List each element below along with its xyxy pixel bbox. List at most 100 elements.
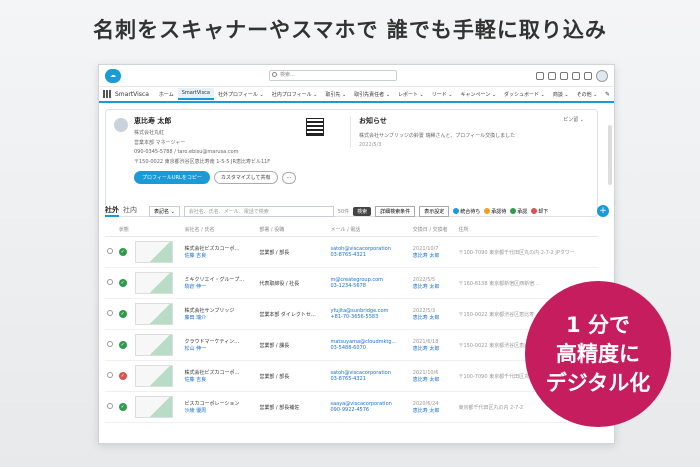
phone-link[interactable]: 090-9922-4576 [330, 407, 408, 413]
row-address: 〒100-7090 東京都千代田区丸の内 2-7-2 JPタワー [456, 236, 598, 268]
row-checkbox[interactable] [107, 279, 113, 285]
col-email: メール / 電話 [328, 223, 411, 237]
row-dept: 代表取締役 / 社長 [257, 267, 329, 299]
row-company: ビスカコーポレーション 沙綾 優周 [182, 391, 258, 423]
person-name[interactable]: 佐藤 吉良 [185, 376, 256, 383]
global-search-input[interactable]: 検索... [269, 70, 397, 81]
display-name-select[interactable]: 表記名 ⌄ [149, 205, 180, 217]
business-card-thumbnail[interactable] [135, 272, 174, 294]
person-name[interactable]: 藤田 瑞介 [185, 314, 256, 321]
app-launcher-icon[interactable] [103, 90, 111, 98]
row-email: m@creategroup.com 03-1234-5678 [328, 267, 411, 299]
row-company: 株式会社ビズカコーポ… 佐藤 吉良 [182, 236, 258, 268]
display-settings-button[interactable]: 表示設定 [419, 205, 450, 217]
row-checkbox[interactable] [107, 372, 113, 378]
nav-item-smartvisca[interactable]: SmartVisca [177, 88, 214, 100]
row-checkbox[interactable] [107, 310, 113, 316]
nav-item-external-profile[interactable]: 社外プロフィール ⌄ [214, 89, 268, 100]
row-card [133, 360, 183, 392]
owner-name[interactable]: 恵比寿 太郎 [413, 345, 455, 352]
list-search-input[interactable]: 会社名、氏名、メール、電話で検索 [183, 205, 334, 217]
person-name[interactable]: 松山 伸一 [185, 345, 256, 352]
customize-share-button[interactable]: カスタマイズして共有 [213, 171, 278, 184]
phone-link[interactable]: 03-5488-6070 [330, 345, 408, 351]
business-card-thumbnail[interactable] [135, 334, 174, 356]
notice-pin-dropdown[interactable]: ピン留 ⌄ [563, 116, 584, 123]
owner-name[interactable]: 恵比寿 太郎 [413, 376, 455, 383]
row-checkbox[interactable] [107, 403, 113, 409]
row-email: satoh@viscacorporation 03-8765-4321 [328, 360, 411, 392]
nav-item-accounts[interactable]: 取引先 ⌄ [321, 89, 350, 100]
more-button[interactable]: ··· [281, 171, 297, 184]
business-card-thumbnail[interactable] [135, 396, 174, 418]
status-icon: ✓ [118, 279, 127, 287]
owner-name[interactable]: 恵比寿 太郎 [413, 252, 455, 259]
notice-title: お知らせ [359, 117, 387, 125]
legend-rejected: 却下 [531, 208, 548, 215]
legend-pending: 承認待 [484, 208, 506, 215]
nav-item-contacts[interactable]: 取引先責任者 ⌄ [350, 89, 394, 100]
row-checkbox[interactable] [107, 341, 113, 347]
nav-item-more[interactable]: その他 ⌄ [573, 89, 602, 100]
row-checkbox[interactable] [107, 248, 113, 254]
table-row[interactable]: ✓ ミキクリエイ・グループ… 駒倉 伸一 代表取締役 / 社長 m@creategrou… [105, 267, 598, 299]
business-card-thumbnail[interactable] [135, 241, 174, 263]
row-dept: 営業部 / 課長 [257, 329, 329, 361]
badge-line-1: 1 分で [566, 312, 630, 337]
search-button[interactable]: 検索 [353, 206, 372, 216]
phone-link[interactable]: +81-70-3656-5583 [330, 314, 408, 320]
owner-name[interactable]: 恵比寿 太郎 [413, 314, 455, 321]
user-avatar[interactable] [596, 69, 608, 82]
filter-bar: 表記名 ⌄ 会社名、氏名、メール、電話で検索 50件 検索 詳細検索条件 表示設… [149, 205, 609, 217]
col-company: 会社名 / 氏名 [182, 223, 258, 237]
phone-link[interactable]: 03-1234-5678 [330, 283, 408, 289]
phone-link[interactable]: 03-8765-4321 [330, 376, 408, 382]
person-name[interactable]: 沙綾 優周 [185, 407, 256, 414]
bell-icon[interactable] [584, 71, 592, 80]
table-header-row: 状態 会社名 / 氏名 部署 / 役職 メール / 電話 交換日 / 交換者 住… [105, 223, 598, 237]
pencil-icon[interactable]: ✎ [605, 91, 610, 98]
business-card-thumbnail[interactable] [135, 303, 174, 325]
nav-item-leads[interactable]: リード ⌄ [428, 89, 457, 100]
table-row[interactable]: ✓ 株式会社ビズカコーポ… 佐藤 吉良 営業部 / 部長 satoh@viscacorp… [105, 236, 598, 268]
tab-internal[interactable]: 社内 [123, 205, 137, 217]
row-card [133, 298, 183, 330]
cloud-logo-icon: ☁ [105, 68, 121, 83]
nav-item-home[interactable]: ホーム [155, 89, 178, 100]
add-icon[interactable] [548, 71, 556, 80]
nav-item-reports[interactable]: レポート ⌄ [394, 89, 428, 100]
advanced-search-button[interactable]: 詳細検索条件 [375, 205, 416, 217]
nav-item-dashboards[interactable]: ダッシュボード ⌄ [500, 89, 549, 100]
person-name[interactable]: 駒倉 伸一 [185, 283, 256, 290]
tab-external[interactable]: 社外 [105, 205, 119, 217]
row-select [105, 267, 117, 299]
row-company: ミキクリエイ・グループ… 駒倉 伸一 [182, 267, 258, 299]
search-icon [272, 72, 277, 77]
row-email: yfujita@sunbridge.com +81-70-3656-5583 [328, 298, 411, 330]
company-name: 株式会社ビズカコーポ… [184, 370, 240, 376]
nav-item-internal-profile[interactable]: 社内プロフィール ⌄ [268, 89, 322, 100]
profile-card: 恵比寿 太郎 株式会社丸紅 営業本部 マネージャー 090-0345-5788 … [105, 109, 598, 217]
row-date: 2021/6/18 恵比寿 太郎 [410, 329, 457, 361]
person-name[interactable]: 佐藤 吉良 [185, 252, 256, 259]
phone-link[interactable]: 03-8765-4321 [330, 252, 408, 258]
copy-profile-url-button[interactable]: プロフィールURLをコピー [134, 171, 210, 184]
nav-bar: SmartVisca ホーム SmartVisca 社外プロフィール ⌄ 社内プ… [99, 87, 614, 103]
scrollbar[interactable] [608, 125, 612, 185]
profile-dept: 営業本部 マネージャー [134, 140, 186, 146]
nav-item-campaigns[interactable]: キャンペーン ⌄ [457, 89, 501, 100]
owner-name[interactable]: 恵比寿 太郎 [413, 283, 455, 290]
legend-approved: 承認 [510, 208, 527, 215]
gear-icon[interactable] [572, 71, 580, 80]
nav-item-opportunities[interactable]: 商談 ⌄ [549, 89, 573, 100]
help-icon[interactable] [560, 71, 568, 80]
add-button[interactable]: + [597, 205, 609, 217]
owner-name[interactable]: 恵比寿 太郎 [413, 407, 455, 414]
col-date: 交換日 / 交換者 [410, 223, 457, 237]
status-icon: ✓ [118, 403, 127, 411]
status-icon: ✓ [118, 310, 127, 318]
promo-badge: 1 分で 高精度に デジタル化 [525, 281, 671, 427]
row-select [105, 329, 117, 361]
business-card-thumbnail[interactable] [135, 365, 174, 387]
star-icon[interactable] [536, 71, 544, 80]
